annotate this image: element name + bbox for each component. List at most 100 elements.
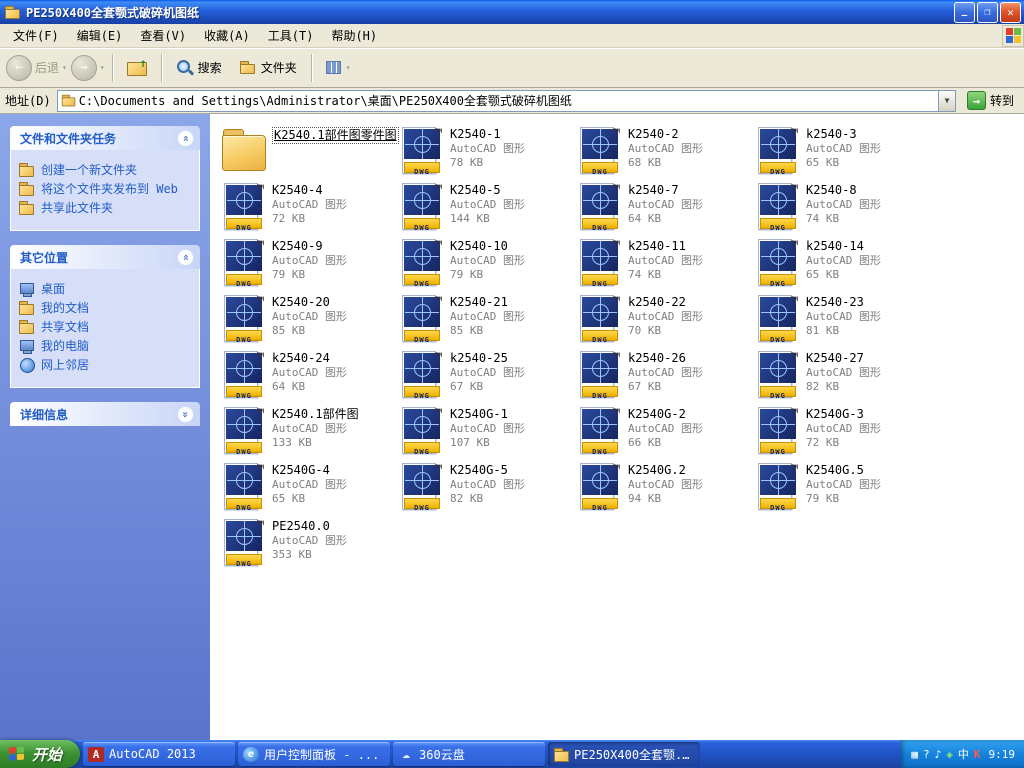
tray-help-icon[interactable]: ? (923, 749, 930, 760)
dwg-file-icon (224, 519, 264, 567)
file-text: K2540G.2 AutoCAD 图形 94 KB (628, 463, 703, 506)
file-text: k2540-26 AutoCAD 图形 67 KB (628, 351, 703, 394)
file-size: 82 KB (450, 492, 525, 506)
sidebar-item-share-folder[interactable]: 共享此文件夹 (19, 201, 193, 215)
panel-details-header[interactable]: 详细信息 (10, 402, 200, 426)
file-type: AutoCAD 图形 (272, 422, 359, 436)
tray-volume-icon[interactable]: ♪ (935, 749, 942, 760)
file-tile[interactable]: K2540-2 AutoCAD 图形 68 KB (578, 126, 756, 182)
menu-favorites[interactable]: 收藏(A) (195, 24, 259, 47)
file-type: AutoCAD 图形 (628, 254, 703, 268)
file-name: K2540-10 (450, 239, 525, 254)
file-tile[interactable]: K2540.1部件图 AutoCAD 图形 133 KB (222, 406, 400, 462)
file-tile[interactable]: PE2540.0 AutoCAD 图形 353 KB (222, 518, 400, 574)
address-input[interactable] (77, 92, 938, 110)
panel-title: 详细信息 (20, 406, 68, 423)
up-button[interactable] (120, 56, 154, 79)
tray-network-icon[interactable]: ◈ (946, 749, 953, 760)
dwg-file-icon (758, 463, 798, 511)
minimize-button[interactable] (954, 2, 975, 23)
file-tile[interactable]: K2540G-2 AutoCAD 图形 66 KB (578, 406, 756, 462)
file-tile[interactable]: K2540G.2 AutoCAD 图形 94 KB (578, 462, 756, 518)
dwg-file-icon (402, 239, 442, 287)
file-type: AutoCAD 图形 (272, 534, 347, 548)
file-tile[interactable]: K2540-9 AutoCAD 图形 79 KB (222, 238, 400, 294)
file-tile[interactable]: K2540G-4 AutoCAD 图形 65 KB (222, 462, 400, 518)
file-tile[interactable]: K2540-20 AutoCAD 图形 85 KB (222, 294, 400, 350)
file-tile[interactable]: k2540-14 AutoCAD 图形 65 KB (756, 238, 934, 294)
file-type: AutoCAD 图形 (450, 366, 525, 380)
close-button[interactable] (1000, 2, 1021, 23)
task-button[interactable]: 360云盘 (393, 742, 545, 766)
file-tile[interactable]: k2540-7 AutoCAD 图形 64 KB (578, 182, 756, 238)
taskbar-clock[interactable]: 9:19 (989, 748, 1016, 761)
sidebar-item-new-folder[interactable]: 创建一个新文件夹 (19, 163, 193, 177)
file-tile[interactable]: k2540-24 AutoCAD 图形 64 KB (222, 350, 400, 406)
file-icon-slot (400, 351, 444, 399)
file-icon-slot (222, 127, 266, 171)
panel-file-tasks-header[interactable]: 文件和文件夹任务 (10, 126, 200, 150)
file-text: k2540-11 AutoCAD 图形 74 KB (628, 239, 703, 282)
forward-button[interactable] (71, 55, 105, 81)
file-size: 133 KB (272, 436, 359, 450)
collapse-chevron-icon[interactable] (177, 249, 194, 266)
file-text: k2540-7 AutoCAD 图形 64 KB (628, 183, 703, 226)
tray-antivirus-icon[interactable]: K (974, 749, 981, 760)
menu-view[interactable]: 查看(V) (131, 24, 195, 47)
tray-display-icon[interactable]: ▦ (911, 749, 918, 760)
task-button[interactable]: PE250X400全套颚... (548, 742, 700, 766)
file-tile[interactable]: K2540-23 AutoCAD 图形 81 KB (756, 294, 934, 350)
file-tile[interactable]: k2540-3 AutoCAD 图形 65 KB (756, 126, 934, 182)
collapse-chevron-icon[interactable] (177, 130, 194, 147)
sidebar-item-my-computer[interactable]: 我的电脑 (19, 339, 193, 353)
sidebar-item-my-documents[interactable]: 我的文档 (19, 301, 193, 315)
task-button[interactable]: AutoCAD 2013 (83, 742, 235, 766)
back-button[interactable]: 后退 (6, 55, 67, 81)
file-tile[interactable]: K2540-5 AutoCAD 图形 144 KB (400, 182, 578, 238)
file-tile[interactable]: K2540-27 AutoCAD 图形 82 KB (756, 350, 934, 406)
file-text: K2540-8 AutoCAD 图形 74 KB (806, 183, 881, 226)
panel-other-places-header[interactable]: 其它位置 (10, 245, 200, 269)
dwg-file-icon (758, 183, 798, 231)
sidebar-item-network-places[interactable]: 网上邻居 (19, 358, 193, 372)
file-tile[interactable]: K2540G-5 AutoCAD 图形 82 KB (400, 462, 578, 518)
file-tile[interactable]: K2540-10 AutoCAD 图形 79 KB (400, 238, 578, 294)
tray-ime-icon[interactable]: 中 (958, 749, 969, 760)
file-text: K2540-1 AutoCAD 图形 78 KB (450, 127, 525, 170)
file-tile[interactable]: K2540-4 AutoCAD 图形 72 KB (222, 182, 400, 238)
file-size: 74 KB (628, 268, 703, 282)
file-tile[interactable]: K2540-1 AutoCAD 图形 78 KB (400, 126, 578, 182)
file-type: AutoCAD 图形 (450, 142, 525, 156)
folders-button[interactable]: 文件夹 (233, 56, 304, 79)
task-button[interactable]: 用户控制面板 - ... (238, 742, 390, 766)
file-tile[interactable]: K2540G.5 AutoCAD 图形 79 KB (756, 462, 934, 518)
file-tile[interactable]: K2540G-1 AutoCAD 图形 107 KB (400, 406, 578, 462)
file-tile[interactable]: k2540-25 AutoCAD 图形 67 KB (400, 350, 578, 406)
file-name: K2540G.2 (628, 463, 703, 478)
address-dropdown-button[interactable] (938, 91, 955, 111)
file-tile[interactable]: K2540G-3 AutoCAD 图形 72 KB (756, 406, 934, 462)
file-size: 85 KB (272, 324, 347, 338)
menu-help[interactable]: 帮助(H) (322, 24, 386, 47)
file-tile[interactable]: K2540-8 AutoCAD 图形 74 KB (756, 182, 934, 238)
menu-file[interactable]: 文件(F) (4, 24, 68, 47)
go-button[interactable]: 转到 (962, 91, 1019, 110)
search-button[interactable]: 搜索 (169, 56, 229, 79)
maximize-button[interactable] (977, 2, 998, 23)
file-tile[interactable]: k2540-11 AutoCAD 图形 74 KB (578, 238, 756, 294)
sidebar-item-shared-documents[interactable]: 共享文档 (19, 320, 193, 334)
task-label: 360云盘 (419, 746, 465, 763)
menu-edit[interactable]: 编辑(E) (68, 24, 132, 47)
file-type: AutoCAD 图形 (628, 422, 703, 436)
expand-chevron-icon[interactable] (177, 406, 194, 423)
file-tile[interactable]: K2540-21 AutoCAD 图形 85 KB (400, 294, 578, 350)
folder-tile[interactable]: K2540.1部件图零件图 (222, 126, 400, 182)
sidebar-item-publish-web[interactable]: 将这个文件夹发布到 Web (19, 182, 193, 196)
menu-tools[interactable]: 工具(T) (259, 24, 323, 47)
sidebar-item-desktop[interactable]: 桌面 (19, 282, 193, 296)
views-button[interactable] (319, 58, 358, 77)
file-type: AutoCAD 图形 (806, 254, 881, 268)
start-button[interactable]: 开始 (0, 740, 80, 768)
file-tile[interactable]: k2540-26 AutoCAD 图形 67 KB (578, 350, 756, 406)
file-tile[interactable]: k2540-22 AutoCAD 图形 70 KB (578, 294, 756, 350)
